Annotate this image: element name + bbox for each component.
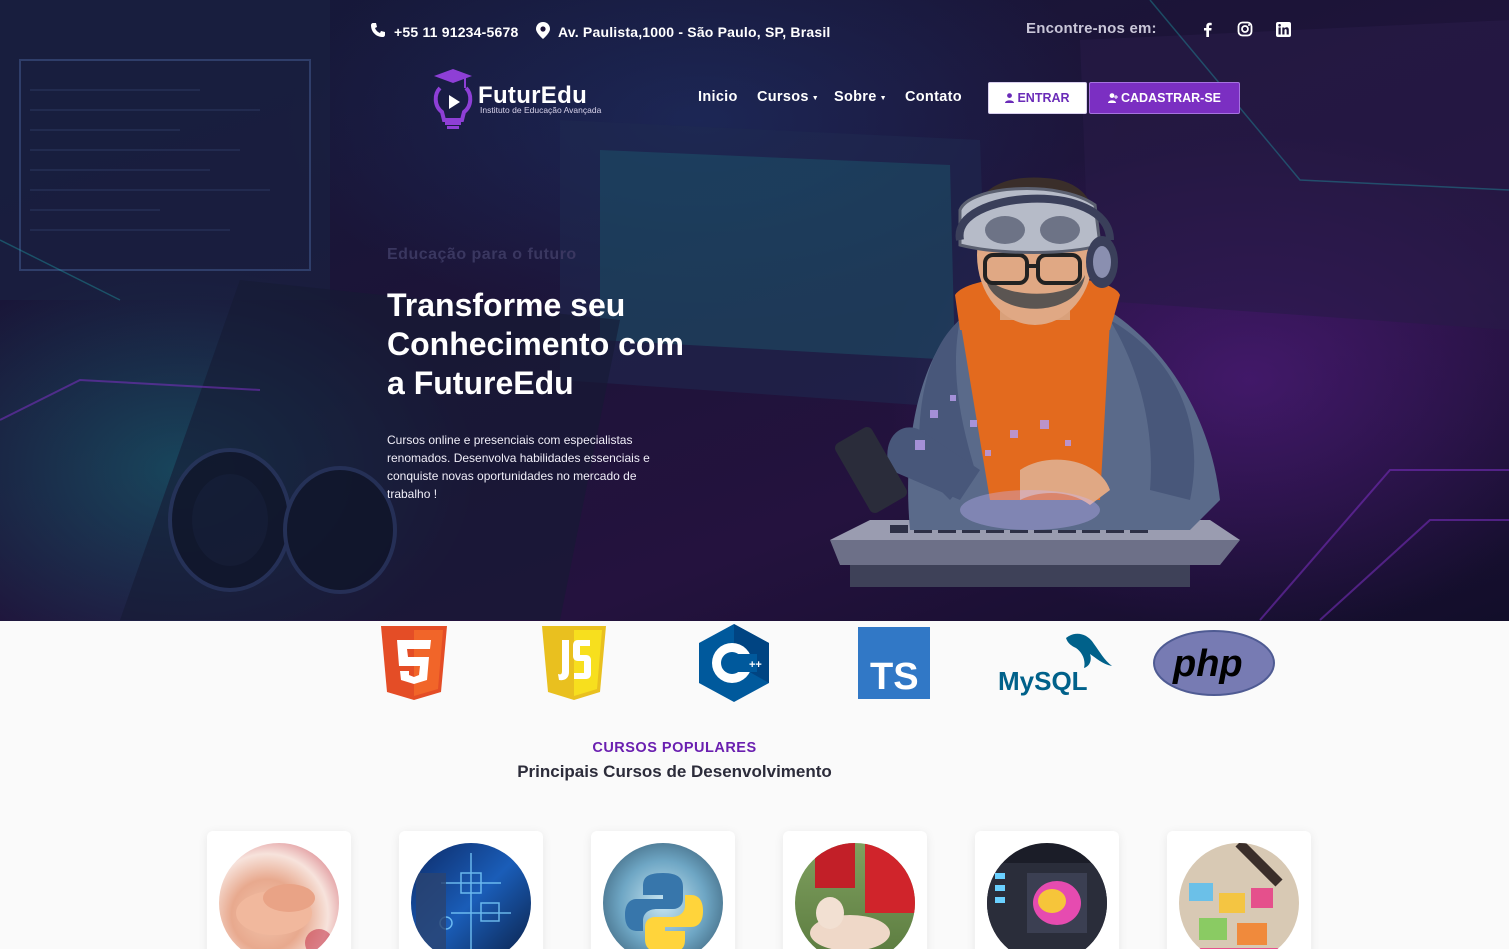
contact-phone[interactable]: +55 11 91234-5678 [370,22,518,41]
hero-section: +55 11 91234-5678 Av. Paulista,1000 - Sã… [0,0,1509,621]
course-card[interactable] [783,831,927,949]
section-kicker: CURSOS POPULARES [592,740,757,756]
linkedin-icon[interactable] [1272,18,1294,40]
course-card[interactable] [975,831,1119,949]
nav-sobre[interactable]: Sobre ▼ [834,89,887,105]
hero-headline: Transforme seu Conhecimento com a Future… [387,287,684,401]
hero-illustration [830,177,1240,587]
html5-logo [378,622,450,704]
php-text: php [1172,643,1243,685]
brand-tagline: Instituto de Educação Avançada [480,105,602,115]
course-card[interactable] [1167,831,1311,949]
course-image-graphic-design [987,843,1107,949]
course-image-engineering [411,843,531,949]
course-card[interactable] [399,831,543,949]
nav-cursos[interactable]: Cursos ▼ [757,89,819,105]
address-text: Av. Paulista,1000 - São Paulo, SP, Brasi… [558,24,831,40]
nav-contato[interactable]: Contato [905,89,962,105]
section-title: Principais Cursos de Desenvolvimento [517,762,832,781]
hero-lead: Cursos online e presenciais com especial… [387,433,650,501]
course-image-design-board [1179,843,1299,949]
facebook-icon[interactable] [1196,18,1218,40]
user-plus-icon [1108,93,1118,103]
cpp-plus-text: ++ [749,659,762,671]
mysql-logo: MySQL [995,622,1115,704]
brand-logo[interactable]: FuturEdu Instituto de Educação Avançada [430,68,620,130]
map-pin-icon [536,22,550,42]
typescript-logo: TS [856,622,932,704]
ts-text: TS [870,656,919,698]
course-card[interactable] [591,831,735,949]
chevron-down-icon: ▼ [879,94,887,102]
instagram-icon[interactable] [1234,18,1256,40]
course-image-first-aid [795,843,915,949]
chevron-down-icon: ▼ [811,94,819,102]
follow-label: Encontre-nos em: [1026,20,1157,37]
user-icon [1005,93,1015,103]
login-button[interactable]: ENTRAR [988,82,1087,114]
top-bar: +55 11 91234-5678 Av. Paulista,1000 - Sã… [0,18,1509,46]
hero-background-art [0,0,1509,621]
nav-inicio[interactable]: Inicio [698,89,738,105]
cpp-logo: ++ [698,622,770,704]
lightbulb-graduation-icon [433,69,473,129]
hero-eyebrow: Educação para o futuro [387,246,577,263]
course-card[interactable] [207,831,351,949]
contact-address[interactable]: Av. Paulista,1000 - São Paulo, SP, Brasi… [536,22,831,42]
mysql-text: MySQL [998,666,1088,696]
javascript-logo [538,622,610,704]
course-image-massage [219,843,339,949]
course-image-python [603,843,723,949]
signup-button[interactable]: CADASTRAR-SE [1089,82,1240,114]
phone-icon [370,22,386,41]
phone-text: +55 11 91234-5678 [394,23,519,40]
php-logo: php [1152,622,1276,704]
